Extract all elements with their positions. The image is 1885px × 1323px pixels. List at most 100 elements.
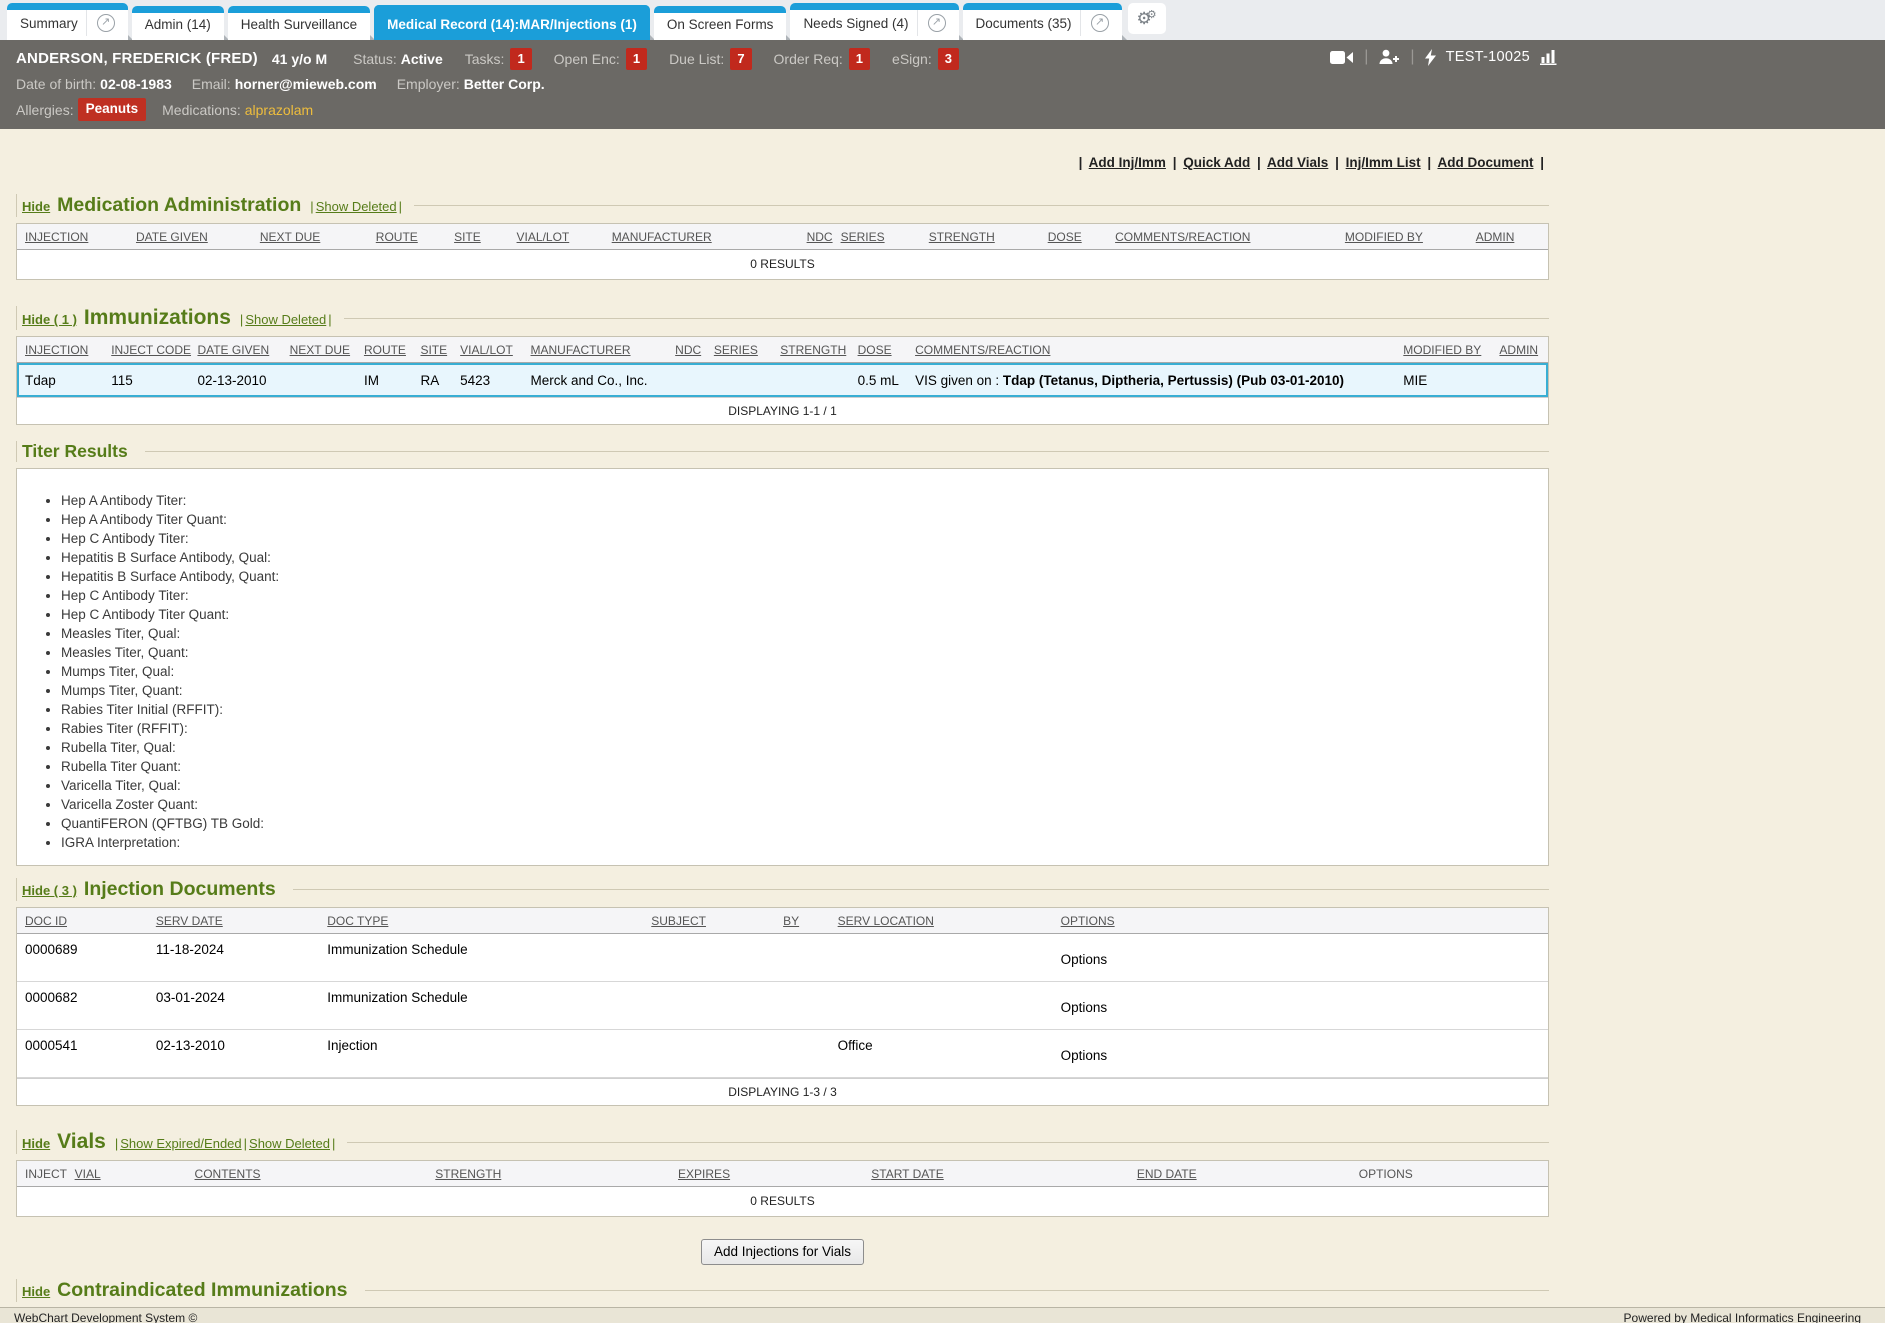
tab-health-surveillance[interactable]: Health Surveillance (228, 6, 370, 40)
column-header[interactable]: ADMIN (1472, 230, 1548, 244)
column-header[interactable]: DATE GIVEN (132, 230, 256, 244)
column-header[interactable]: INJECT CODE (107, 343, 193, 357)
add-document-link[interactable]: Add Document (1437, 155, 1533, 170)
cell-vial-lot: 5423 (456, 373, 526, 388)
column-header[interactable]: ROUTE (360, 343, 417, 357)
column-header[interactable]: SITE (450, 230, 512, 244)
hide-link[interactable]: Hide (22, 199, 50, 214)
column-header[interactable]: OPTIONS (1057, 914, 1548, 928)
cell-date-given: 02-13-2010 (193, 373, 285, 388)
column-header[interactable]: SITE (416, 343, 456, 357)
column-header[interactable]: VIAL/LOT (513, 230, 608, 244)
options-link[interactable]: Options (1057, 942, 1548, 967)
popout-icon[interactable]: ↗ (928, 14, 946, 32)
video-camera-icon[interactable] (1330, 50, 1354, 65)
column-header[interactable]: STRENGTH (776, 343, 853, 357)
column-header[interactable]: CONTENTS (191, 1167, 432, 1181)
inj-imm-list-link[interactable]: Inj/Imm List (1346, 155, 1421, 170)
options-link[interactable]: Options (1057, 990, 1548, 1015)
divider: | (308, 199, 315, 214)
column-header[interactable]: INJECTION (17, 230, 132, 244)
lightning-icon[interactable] (1425, 49, 1436, 66)
medication-administration-section: Hide Medication Administration | Show De… (16, 194, 1549, 280)
dob-value: 02-08-1983 (100, 74, 172, 94)
order-req-count-badge[interactable]: 1 (849, 48, 870, 70)
tab-on-screen-forms[interactable]: On Screen Forms (654, 6, 787, 40)
titer-item: Hep C Antibody Titer: (61, 586, 1548, 605)
column-header[interactable]: NEXT DUE (256, 230, 372, 244)
column-header[interactable]: NDC (671, 343, 710, 357)
add-inj-imm-link[interactable]: Add Inj/Imm (1089, 155, 1166, 170)
hide-link[interactable]: Hide ( 1 ) (22, 312, 77, 327)
popout-icon[interactable]: ↗ (1091, 14, 1109, 32)
esign-count-badge[interactable]: 3 (938, 48, 959, 70)
column-header[interactable]: STRENGTH (431, 1167, 674, 1181)
column-header[interactable]: END DATE (1133, 1167, 1355, 1181)
hide-link[interactable]: Hide (22, 1284, 50, 1299)
section-title: Vials (57, 1130, 106, 1154)
patient-header: ANDERSON, FREDERICK (FRED) 41 y/o M Stat… (0, 40, 1885, 129)
chart-icon[interactable] (1540, 49, 1557, 65)
document-row[interactable]: 0000682 03-01-2024 Immunization Schedule… (17, 982, 1548, 1030)
medication-value: alprazolam (245, 100, 313, 120)
cell-doc-id: 0000689 (17, 942, 152, 957)
tab-documents[interactable]: Documents (35) ↗ (963, 3, 1122, 40)
show-deleted-link[interactable]: Show Deleted (316, 199, 397, 214)
column-header[interactable]: NDC (766, 230, 836, 244)
column-header[interactable]: SERIES (710, 343, 776, 357)
document-row[interactable]: 0000541 02-13-2010 Injection Office Opti… (17, 1030, 1548, 1078)
settings-button[interactable]: ⚙⚙ (1128, 3, 1166, 34)
column-header[interactable]: DOC ID (17, 914, 152, 928)
document-row[interactable]: 0000689 11-18-2024 Immunization Schedule… (17, 934, 1548, 982)
tab-medical-record-mar-injections[interactable]: Medical Record (14):MAR/Injections (1) (374, 5, 650, 40)
show-deleted-link[interactable]: Show Deleted (249, 1136, 330, 1151)
add-vials-link[interactable]: Add Vials (1267, 155, 1328, 170)
divider: | (1410, 48, 1414, 66)
immunizations-table: INJECTION INJECT CODE DATE GIVEN NEXT DU… (16, 336, 1549, 425)
column-header[interactable]: COMMENTS/REACTION (911, 343, 1399, 357)
cell-dose: 0.5 mL (854, 373, 912, 388)
column-header[interactable]: DOC TYPE (323, 914, 647, 928)
tab-summary[interactable]: Summary ↗ (7, 3, 128, 40)
column-header[interactable]: INJECTION (17, 343, 107, 357)
tab-admin[interactable]: Admin (14) (132, 6, 224, 40)
show-expired-link[interactable]: Show Expired/Ended (120, 1136, 241, 1151)
cell-doc-type: Immunization Schedule (323, 990, 647, 1005)
column-header[interactable]: VIAL/LOT (456, 343, 526, 357)
hide-link[interactable]: Hide ( 3 ) (22, 883, 77, 898)
hide-link[interactable]: Hide (22, 1136, 50, 1151)
column-header[interactable]: DOSE (1044, 230, 1111, 244)
column-header[interactable]: STRENGTH (925, 230, 1044, 244)
column-header[interactable]: SERV DATE (152, 914, 323, 928)
column-header[interactable]: SUBJECT (647, 914, 779, 928)
column-header[interactable]: BY (779, 914, 834, 928)
column-header[interactable]: ROUTE (372, 230, 450, 244)
show-deleted-link[interactable]: Show Deleted (245, 312, 326, 327)
popout-icon[interactable]: ↗ (97, 14, 115, 32)
column-header[interactable]: VIAL (71, 1167, 191, 1181)
column-header[interactable]: SERV LOCATION (834, 914, 1057, 928)
add-person-icon[interactable] (1378, 49, 1400, 65)
add-injections-for-vials-button[interactable]: Add Injections for Vials (701, 1239, 864, 1265)
column-header[interactable]: EXPIRES (674, 1167, 867, 1181)
tab-needs-signed[interactable]: Needs Signed (4) ↗ (790, 3, 958, 40)
titer-item: IGRA Interpretation: (61, 833, 1548, 852)
column-header[interactable]: COMMENTS/REACTION (1111, 230, 1341, 244)
options-link[interactable]: Options (1057, 1038, 1548, 1063)
titer-item: Measles Titer, Qual: (61, 624, 1548, 643)
due-list-count-badge[interactable]: 7 (730, 48, 751, 70)
column-header[interactable]: ADMIN (1495, 343, 1548, 357)
open-enc-count-badge[interactable]: 1 (626, 48, 647, 70)
column-header[interactable]: START DATE (867, 1167, 1133, 1181)
column-header[interactable]: MODIFIED BY (1399, 343, 1495, 357)
column-header[interactable]: DOSE (854, 343, 912, 357)
quick-add-link[interactable]: Quick Add (1183, 155, 1250, 170)
tasks-count-badge[interactable]: 1 (510, 48, 531, 70)
immunization-row[interactable]: Tdap 115 02-13-2010 IM RA 5423 Merck and… (17, 363, 1548, 397)
column-header[interactable]: SERIES (837, 230, 925, 244)
column-header[interactable]: DATE GIVEN (193, 343, 285, 357)
column-header[interactable]: NEXT DUE (286, 343, 360, 357)
column-header[interactable]: MANUFACTURER (527, 343, 672, 357)
column-header[interactable]: MODIFIED BY (1341, 230, 1472, 244)
column-header[interactable]: MANUFACTURER (608, 230, 767, 244)
